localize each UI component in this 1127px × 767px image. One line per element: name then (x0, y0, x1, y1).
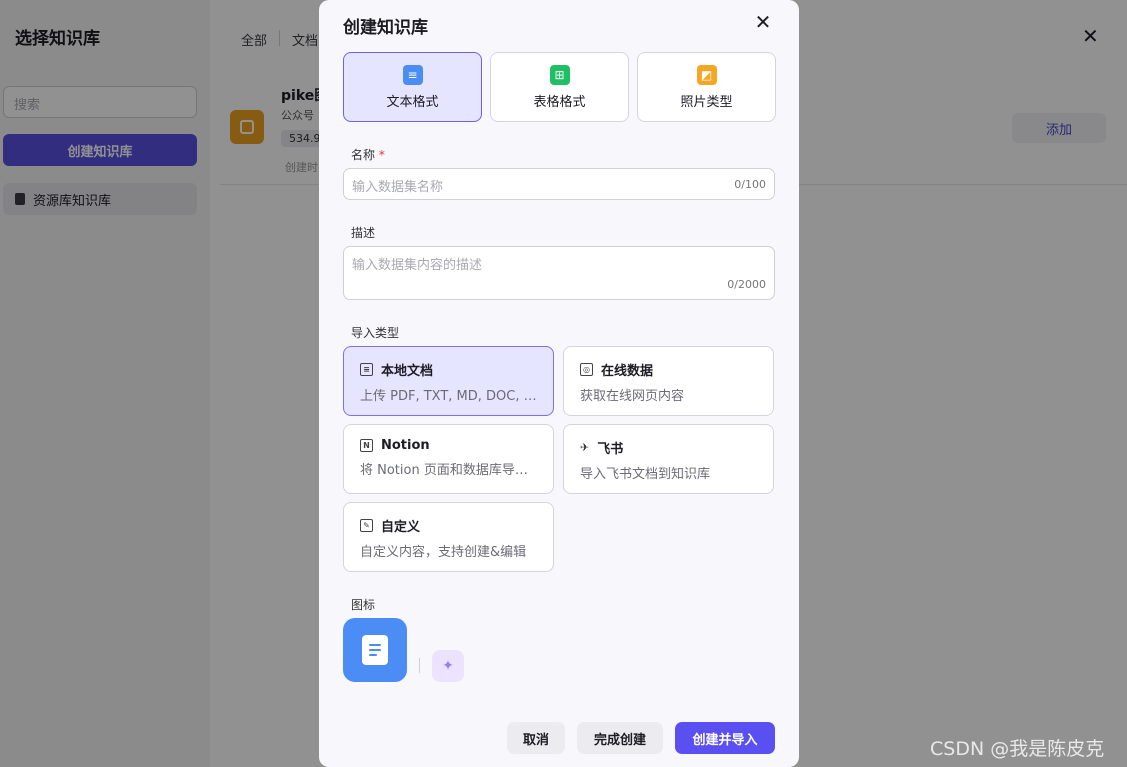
import-title: 本地文档 (381, 364, 434, 379)
format-label: 表格格式 (533, 94, 586, 110)
divider (419, 658, 420, 673)
import-desc: 自定义内容，支持创建&编辑 (360, 545, 527, 560)
doc-icon: ≡ (402, 64, 423, 85)
format-table-option[interactable]: ⊞ 表格格式 (490, 52, 629, 122)
import-custom[interactable]: ✎ 自定义 自定义内容，支持创建&编辑 (343, 502, 554, 572)
edit-icon: ✎ (360, 519, 373, 532)
format-selector: ≡ 文本格式 ⊞ 表格格式 ◩ 照片类型 (343, 52, 776, 122)
desc-placeholder: 输入数据集内容的描述 (352, 258, 483, 273)
name-placeholder: 输入数据集名称 (352, 180, 444, 195)
description-field[interactable]: 输入数据集内容的描述 0/2000 (343, 246, 775, 300)
ai-sparkle-icon[interactable]: ✦ (432, 650, 464, 682)
name-char-count: 0/100 (734, 178, 766, 191)
doc-icon (362, 635, 388, 665)
finish-create-button[interactable]: 完成创建 (577, 722, 663, 754)
format-image-option[interactable]: ◩ 照片类型 (637, 52, 776, 122)
watermark: CSDN @我是陈皮克 (930, 738, 1105, 760)
import-desc: 导入飞书文档到知识库 (580, 467, 711, 482)
required-mark: * (378, 148, 385, 162)
image-icon: ◩ (696, 64, 717, 85)
import-desc: 上传 PDF, TXT, MD, DOC, … (360, 389, 537, 404)
import-title: 飞书 (597, 442, 624, 457)
format-label: 照片类型 (680, 94, 733, 110)
import-local-doc[interactable]: ≡ 本地文档 上传 PDF, TXT, MD, DOC, … (343, 346, 554, 416)
file-icon: ≡ (360, 363, 373, 376)
import-title: 在线数据 (601, 364, 654, 379)
icon-label: 图标 (351, 598, 376, 612)
table-icon: ⊞ (549, 64, 570, 85)
import-online-data[interactable]: ◎ 在线数据 获取在线网页内容 (563, 346, 774, 416)
notion-icon: N (360, 439, 373, 452)
cancel-button[interactable]: 取消 (507, 722, 565, 754)
name-label: 名称 * (351, 148, 385, 162)
import-notion[interactable]: N Notion 将 Notion 页面和数据库导… (343, 424, 554, 494)
import-title: Notion (381, 438, 430, 453)
format-label: 文本格式 (386, 94, 439, 110)
import-desc: 获取在线网页内容 (580, 389, 685, 404)
close-icon[interactable]: ✕ (753, 10, 773, 34)
web-icon: ◎ (580, 363, 593, 376)
import-desc: 将 Notion 页面和数据库导… (360, 463, 528, 478)
selected-doc-icon[interactable] (343, 618, 407, 682)
name-field[interactable]: 输入数据集名称 0/100 (343, 168, 775, 200)
create-knowledge-dialog: 创建知识库 ✕ ≡ 文本格式 ⊞ 表格格式 ◩ 照片类型 名称 * 输入数据集名… (319, 0, 799, 767)
desc-label: 描述 (351, 226, 376, 240)
dialog-title: 创建知识库 (343, 18, 428, 38)
create-and-import-button[interactable]: 创建并导入 (675, 722, 775, 754)
import-feishu[interactable]: ✈ 飞书 导入飞书文档到知识库 (563, 424, 774, 494)
format-text-option[interactable]: ≡ 文本格式 (343, 52, 482, 122)
desc-char-count: 0/2000 (727, 278, 766, 291)
import-title: 自定义 (381, 520, 421, 535)
feishu-icon: ✈ (580, 441, 590, 454)
import-type-label: 导入类型 (351, 326, 400, 340)
